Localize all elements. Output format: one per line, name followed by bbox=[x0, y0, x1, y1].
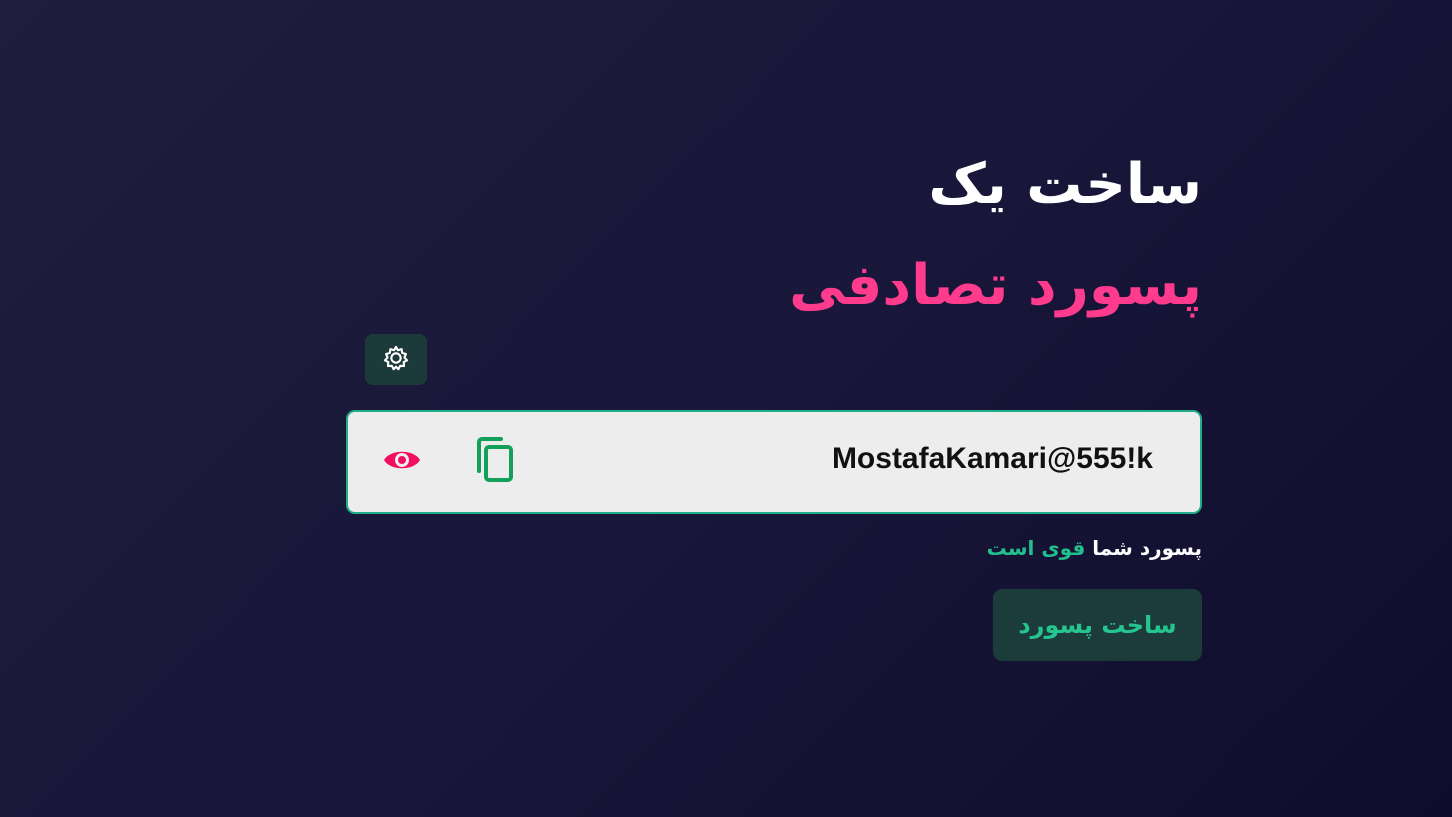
strength-label: پسورد شما bbox=[1092, 536, 1202, 560]
copy-icon bbox=[475, 437, 515, 487]
eye-icon bbox=[382, 446, 422, 478]
copy-button[interactable] bbox=[474, 437, 516, 487]
password-field[interactable] bbox=[513, 442, 1153, 476]
page-subtitle: پسورد تصادفی bbox=[789, 253, 1202, 318]
strength-indicator: پسورد شما قوی است bbox=[987, 536, 1202, 560]
gear-icon bbox=[382, 344, 410, 375]
generate-password-button[interactable]: ساخت پسورد bbox=[993, 589, 1202, 661]
password-generator: ساخت یک پسورد تصادفی MostafaKamari@555!k… bbox=[346, 0, 1202, 817]
page-title: ساخت یک bbox=[928, 152, 1202, 217]
show-password-button[interactable] bbox=[380, 442, 424, 482]
password-display bbox=[346, 410, 1202, 514]
settings-button[interactable] bbox=[365, 334, 427, 385]
strength-level: قوی است bbox=[986, 536, 1086, 560]
